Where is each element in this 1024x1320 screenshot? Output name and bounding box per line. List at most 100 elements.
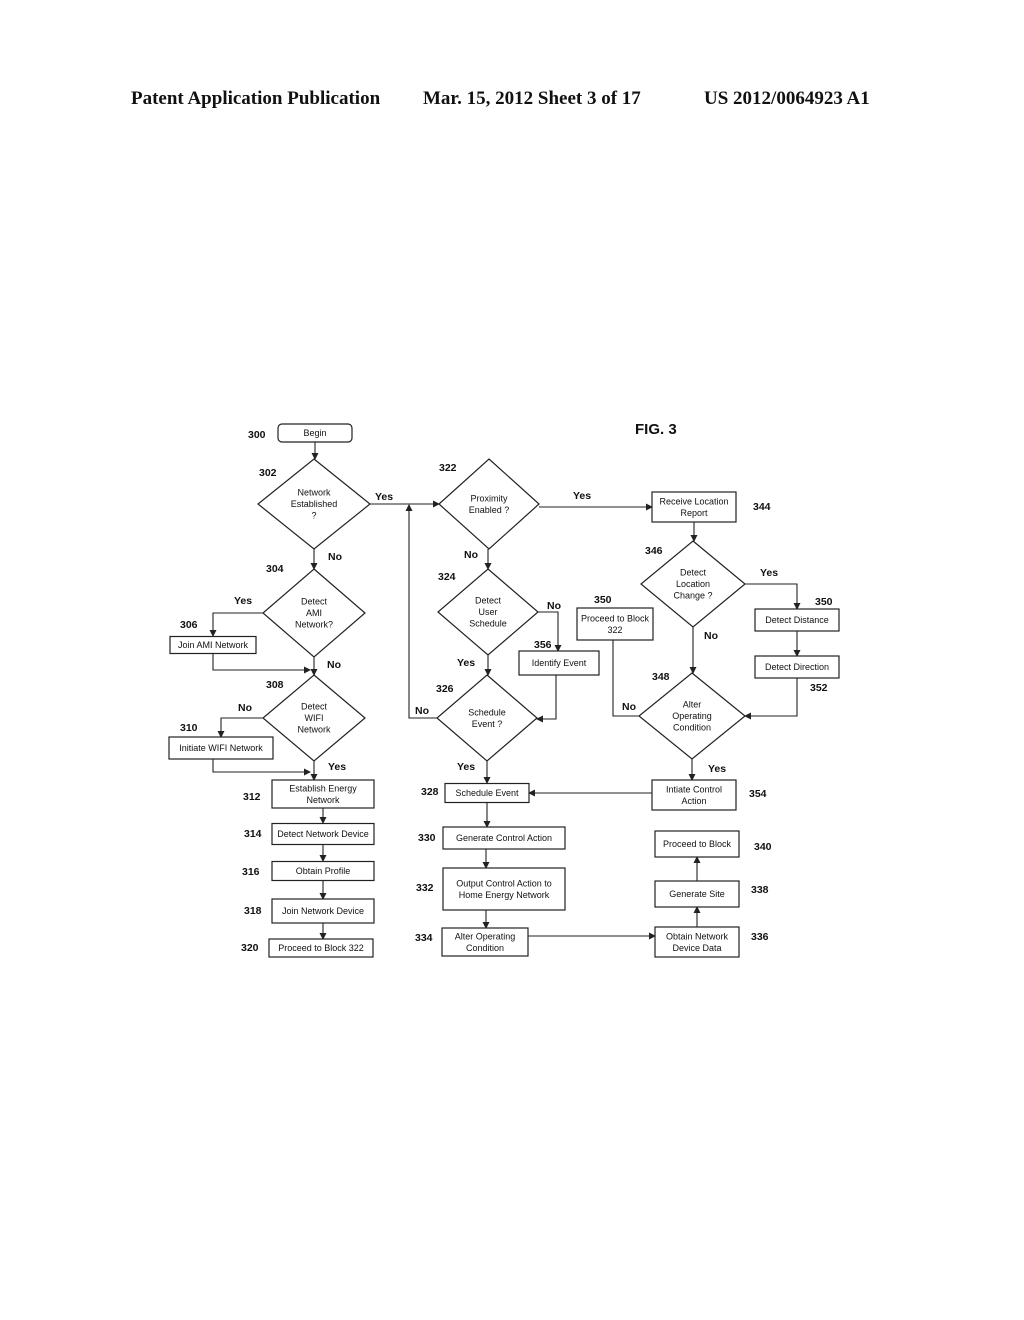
edge-label-yes: Yes xyxy=(328,761,346,773)
node-text: Schedule xyxy=(468,707,506,717)
process-316: Obtain Profile 316 xyxy=(242,860,375,882)
process-354: Intiate Control Action 354 xyxy=(651,779,767,811)
decision-302: NetworkEstablished? 302 xyxy=(257,458,371,550)
edge-label-no: No xyxy=(547,600,561,612)
node-text: Report xyxy=(680,508,708,518)
reference-numeral: 312 xyxy=(243,791,261,803)
edge-label-no: No xyxy=(415,705,429,717)
reference-numeral: 306 xyxy=(180,619,198,631)
node-text: Home Energy Network xyxy=(459,890,550,900)
reference-numeral: 316 xyxy=(242,866,260,878)
reference-numeral: 340 xyxy=(754,841,772,853)
flow-nodes: Begin300NetworkEstablished?302DetectAMIN… xyxy=(168,423,840,958)
decision-308: DetectWIFI Network 308 xyxy=(262,674,366,762)
reference-numeral: 310 xyxy=(180,722,198,734)
decision-322: Proximity Enabled ? 322 xyxy=(438,458,540,550)
edge-label-yes: Yes xyxy=(375,491,393,503)
node-text: Network? xyxy=(295,620,333,630)
process-356: Identify Event 356 xyxy=(518,639,600,676)
node-text: Intiate Control xyxy=(666,784,722,794)
node-text: Proceed to Block xyxy=(663,839,732,849)
process-314: Detect Network Device 314 xyxy=(244,822,375,846)
node-text: Detect xyxy=(301,597,328,607)
edge-label-yes: Yes xyxy=(573,490,591,502)
node-text: Join AMI Network xyxy=(178,640,249,650)
node-text: Detect Network Device xyxy=(277,829,369,839)
node-text: Detect xyxy=(680,568,707,578)
process-312: Establish Energy Network 312 xyxy=(243,779,375,809)
decision-346: DetectLocation Change ? 346 xyxy=(640,540,746,628)
reference-numeral: 338 xyxy=(751,884,769,896)
connector-308-310 xyxy=(217,717,263,738)
connector-304-306 xyxy=(209,612,263,637)
flowchart: FIG. 3 Begin300NetworkEstablished?302Det… xyxy=(168,421,840,958)
process-350a: Proceed to Block 322 350 xyxy=(576,594,654,641)
node-text: Action xyxy=(681,796,706,806)
reference-numeral: 334 xyxy=(415,932,433,944)
edge-label-no: No xyxy=(327,659,341,671)
node-text: Proximity xyxy=(470,493,508,503)
node-text: Proceed to Block 322 xyxy=(278,943,364,953)
process-334: Alter Operating Condition 334 xyxy=(415,927,529,957)
process-344: Receive Location Report 344 xyxy=(651,491,771,523)
node-text: Schedule xyxy=(469,619,507,629)
node-text: Change ? xyxy=(673,591,712,601)
node-text: Schedule Event xyxy=(455,788,519,798)
reference-numeral: 308 xyxy=(266,679,284,691)
node-text: Network xyxy=(306,795,340,805)
node-text: Alter xyxy=(683,700,702,710)
reference-numeral: 346 xyxy=(645,545,663,557)
connector-326-322 xyxy=(405,504,437,719)
node-text: AMI xyxy=(306,608,322,618)
reference-numeral: 300 xyxy=(248,429,266,441)
process-340: Proceed to Block 340 xyxy=(654,830,772,858)
reference-numeral: 336 xyxy=(751,931,769,943)
decision-304: DetectAMI Network? 304 xyxy=(262,563,366,658)
reference-numeral: 332 xyxy=(416,882,434,894)
node-text: 322 xyxy=(607,625,622,635)
node-text: Location xyxy=(676,579,710,589)
node-text: WIFI xyxy=(305,713,324,723)
reference-numeral: 302 xyxy=(259,467,277,479)
node-text: ? xyxy=(311,511,316,521)
edge-label-no: No xyxy=(464,549,478,561)
process-336: Obtain Network Device Data 336 xyxy=(654,926,769,958)
node-text: Established xyxy=(291,499,338,509)
reference-numeral: 318 xyxy=(244,905,262,917)
node-text: Begin xyxy=(303,428,326,438)
node-text: Detect Distance xyxy=(765,615,829,625)
node-text: Obtain Profile xyxy=(296,866,351,876)
connector-346-350b xyxy=(745,583,801,610)
edge-label-yes: Yes xyxy=(457,657,475,669)
node-text: Generate Site xyxy=(669,889,725,899)
node-text: Condition xyxy=(673,723,711,733)
node-text: User xyxy=(478,607,497,617)
reference-numeral: 354 xyxy=(749,788,767,800)
edge-label-no: No xyxy=(622,701,636,713)
reference-numeral: 304 xyxy=(266,563,284,575)
node-text: Initiate WIFI Network xyxy=(179,743,263,753)
edge-label-yes: Yes xyxy=(457,761,475,773)
process-320: Proceed to Block 322 320 xyxy=(241,938,374,958)
figure-label: FIG. 3 xyxy=(635,421,677,438)
reference-numeral: 348 xyxy=(652,671,670,683)
node-text: Event ? xyxy=(472,719,503,729)
process-318: Join Network Device 318 xyxy=(244,898,375,924)
node-text: Establish Energy xyxy=(289,783,357,793)
edge-label-no: No xyxy=(704,630,718,642)
terminal-300: Begin 300 xyxy=(248,423,353,443)
node-text: Detect xyxy=(301,702,328,712)
connector-310-312 xyxy=(212,759,311,776)
connector-306-308 xyxy=(212,654,311,674)
reference-numeral: 350 xyxy=(815,596,833,608)
node-text: Identify Event xyxy=(532,658,587,668)
connector-352-348 xyxy=(744,678,798,720)
node-text: Join Network Device xyxy=(282,906,364,916)
process-332: Output Control Action to Home Energy Netw… xyxy=(416,867,566,911)
reference-numeral: 322 xyxy=(439,462,457,474)
process-330: Generate Control Action 330 xyxy=(418,826,566,850)
reference-numeral: 326 xyxy=(436,683,454,695)
reference-numeral: 324 xyxy=(438,571,456,583)
node-text: Network xyxy=(297,488,331,498)
edge-label-yes: Yes xyxy=(234,595,252,607)
